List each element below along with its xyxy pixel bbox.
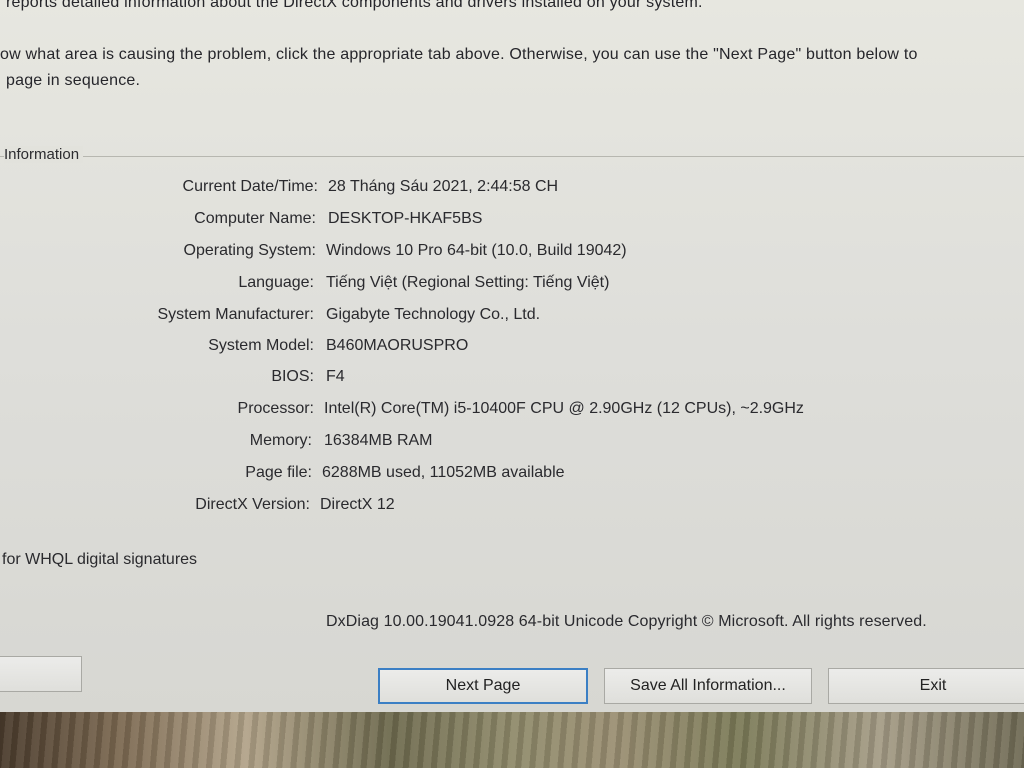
row-processor: Processor: Intel(R) Core(TM) i5-10400F C… (0, 400, 1024, 426)
row-system-manufacturer: System Manufacturer: Gigabyte Technology… (0, 306, 1024, 332)
label-bios: BIOS: (271, 368, 314, 385)
label-system-model: System Model: (208, 337, 314, 354)
intro-text-line-3: page in sequence. (6, 72, 141, 89)
dxdiag-window: reports detailed information about the D… (0, 0, 1024, 768)
desktop-wallpaper (0, 712, 1024, 768)
row-language: Language: Tiếng Việt (Regional Setting: … (0, 274, 1024, 300)
label-processor: Processor: (237, 400, 314, 417)
label-system-manufacturer: System Manufacturer: (157, 306, 315, 323)
value-system-model: B460MAORUSPRO (326, 337, 469, 354)
row-date-time: Current Date/Time: 28 Tháng Sáu 2021, 2:… (0, 178, 1024, 204)
label-date-time: Current Date/Time: (182, 178, 318, 195)
label-operating-system: Operating System: (183, 242, 317, 259)
row-operating-system: Operating System: Windows 10 Pro 64-bit … (0, 242, 1024, 268)
exit-button[interactable]: Exit (828, 668, 1024, 704)
row-bios: BIOS: F4 (0, 368, 1024, 394)
value-operating-system: Windows 10 Pro 64-bit (10.0, Build 19042… (326, 242, 627, 259)
row-system-model: System Model: B460MAORUSPRO (0, 337, 1024, 363)
value-system-manufacturer: Gigabyte Technology Co., Ltd. (326, 306, 541, 323)
save-all-information-button[interactable]: Save All Information... (604, 668, 812, 704)
value-memory: 16384MB RAM (324, 432, 433, 449)
row-memory: Memory: 16384MB RAM (0, 432, 1024, 458)
copyright-text: DxDiag 10.00.19041.0928 64-bit Unicode C… (326, 613, 927, 630)
value-page-file: 6288MB used, 11052MB available (322, 464, 565, 481)
label-language: Language: (238, 274, 314, 291)
value-date-time: 28 Tháng Sáu 2021, 2:44:58 CH (328, 178, 559, 195)
label-directx-version: DirectX Version: (195, 496, 310, 513)
help-button[interactable] (0, 656, 82, 692)
value-processor: Intel(R) Core(TM) i5-10400F CPU @ 2.90GH… (324, 400, 804, 417)
next-page-button[interactable]: Next Page (378, 668, 588, 704)
value-directx-version: DirectX 12 (320, 496, 395, 513)
row-directx-version: DirectX Version: DirectX 12 (0, 496, 1024, 522)
label-page-file: Page file: (245, 464, 312, 481)
value-language: Tiếng Việt (Regional Setting: Tiếng Việt… (326, 274, 610, 291)
value-bios: F4 (326, 368, 345, 385)
value-computer-name: DESKTOP-HKAF5BS (328, 210, 483, 227)
row-computer-name: Computer Name: DESKTOP-HKAF5BS (0, 210, 1024, 236)
intro-text-line-1: reports detailed information about the D… (6, 0, 703, 11)
intro-text-line-2: ow what area is causing the problem, cli… (0, 46, 918, 63)
whql-check-label[interactable]: for WHQL digital signatures (2, 551, 197, 569)
row-page-file: Page file: 6288MB used, 11052MB availabl… (0, 464, 1024, 490)
label-computer-name: Computer Name: (194, 210, 316, 227)
system-information-title: Information (4, 146, 84, 163)
label-memory: Memory: (249, 432, 312, 449)
